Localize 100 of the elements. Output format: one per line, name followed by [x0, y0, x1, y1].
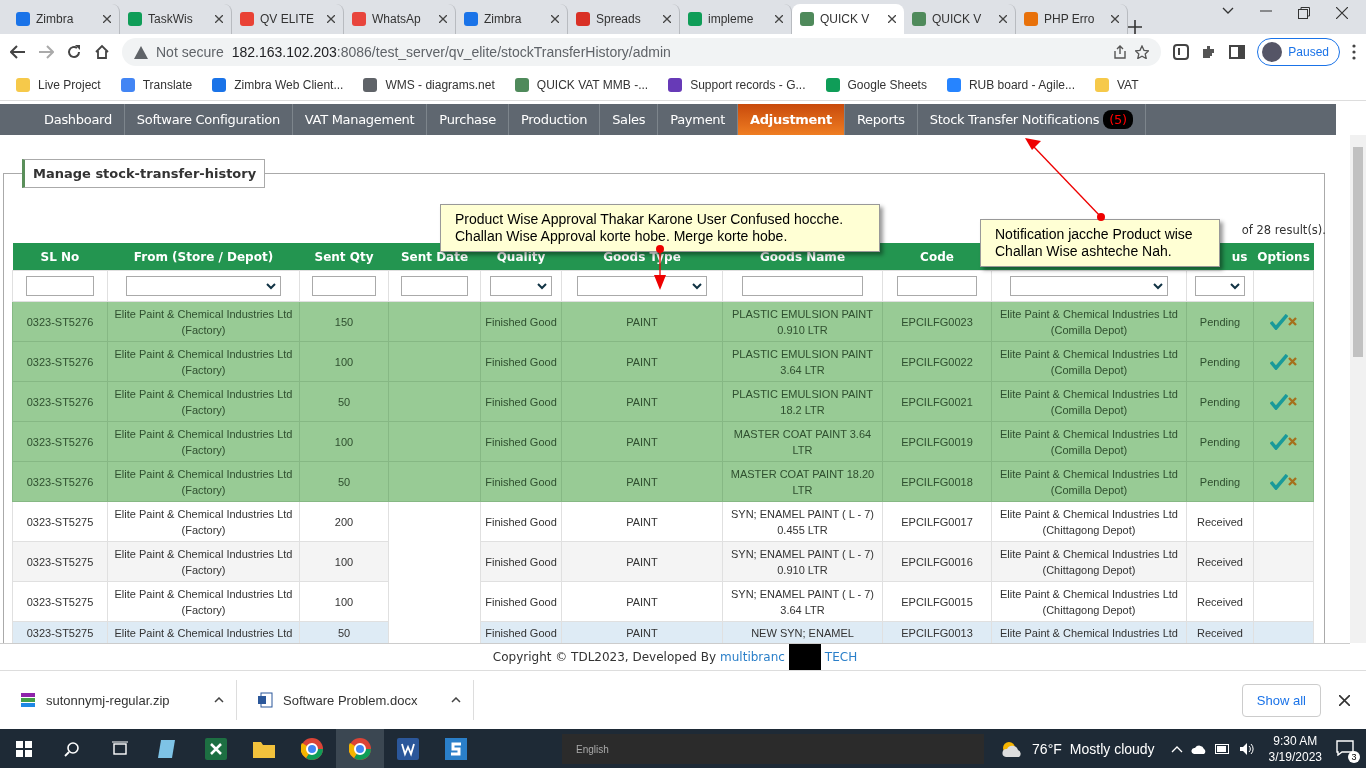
bookmark[interactable]: WMS - diagrams.net	[363, 78, 495, 92]
browser-tab[interactable]: Spreads	[568, 4, 680, 34]
app-icon[interactable]	[445, 738, 467, 760]
battery-icon[interactable]	[1214, 744, 1231, 754]
checkmark-icon[interactable]	[1270, 393, 1288, 410]
browser-tab[interactable]: WhatsAp	[344, 4, 456, 34]
goods-name: SYN; ENAMEL PAINT ( L - 7) 3.64 LTR	[722, 581, 883, 622]
bookmark[interactable]: RUB board - Agile...	[946, 78, 1075, 92]
home-icon[interactable]	[94, 44, 110, 60]
more-icon[interactable]	[1352, 44, 1356, 60]
search-icon[interactable]	[64, 741, 80, 757]
spreadsheet-icon[interactable]	[205, 738, 227, 760]
chevron-down-icon[interactable]	[1222, 7, 1234, 15]
quality: Finished Good	[480, 501, 562, 542]
goods-name: SYN; ENAMEL PAINT ( L - 7) 0.455 LTR	[722, 501, 883, 542]
nav-item[interactable]: VAT Management	[292, 104, 428, 135]
scrollbar[interactable]	[1350, 135, 1366, 643]
bookmark[interactable]: Live Project	[16, 78, 101, 92]
quality: Finished Good	[480, 301, 562, 342]
close-icon[interactable]	[439, 15, 447, 23]
clock[interactable]: 9:30 AM 3/19/2023	[1268, 733, 1322, 765]
filter-dropdown[interactable]	[1195, 276, 1245, 296]
minimize-icon[interactable]	[1260, 7, 1272, 15]
speaker-icon[interactable]	[1238, 742, 1255, 756]
task-view-icon[interactable]	[112, 741, 128, 757]
chevron-up-icon[interactable]	[451, 697, 461, 703]
bookmark[interactable]: Zimbra Web Client...	[212, 78, 344, 92]
new-tab-icon[interactable]	[1128, 20, 1142, 34]
chevron-up-icon[interactable]	[214, 697, 224, 703]
cloud-icon[interactable]	[1190, 743, 1207, 755]
close-icon[interactable]	[1336, 7, 1348, 19]
close-icon[interactable]	[775, 15, 783, 23]
notification-icon[interactable]	[1336, 739, 1354, 756]
star-icon[interactable]	[1135, 45, 1150, 59]
filter-input[interactable]	[742, 276, 863, 296]
nav-item[interactable]: Dashboard	[32, 104, 125, 135]
language-label: English	[576, 743, 609, 755]
goods-name: SYN; ENAMEL PAINT ( L - 7) 0.910 LTR	[722, 541, 883, 582]
bookmark[interactable]: Translate	[120, 78, 193, 92]
browser-icon[interactable]	[349, 738, 371, 760]
column-header[interactable]: Code	[920, 249, 954, 264]
nav-item[interactable]: Stock Transfer Notifications (5)	[917, 104, 1146, 135]
chevron-down-icon	[536, 282, 547, 290]
checkmark-icon[interactable]	[1270, 433, 1288, 450]
browser-tab[interactable]: Zimbra	[8, 4, 120, 34]
browser-tab[interactable]: TaskWis	[120, 4, 232, 34]
developer-link[interactable]: TECH	[824, 650, 858, 664]
download-item[interactable]: Software Problem.docx	[237, 680, 474, 720]
filter-input[interactable]	[401, 276, 468, 296]
nav-item[interactable]: Production	[508, 104, 601, 135]
restore-icon[interactable]	[1298, 7, 1310, 19]
show-all-button[interactable]: Show all	[1241, 683, 1321, 717]
bookmark[interactable]: QUICK VAT MMB -...	[514, 78, 649, 92]
address-bar[interactable]: Not secure 182.163.102.203:8086/test_server/qv_elite/stockTransferHistory/admin	[122, 38, 1162, 66]
download-item[interactable]: sutonnymj-regular.zip	[0, 680, 237, 720]
word-processor-icon[interactable]	[397, 738, 419, 760]
close-icon[interactable]	[999, 15, 1007, 23]
close-icon[interactable]	[663, 15, 671, 23]
folder-icon[interactable]	[253, 740, 275, 758]
close-icon[interactable]	[888, 15, 896, 23]
nav-item[interactable]: Sales	[600, 104, 659, 135]
close-icon[interactable]	[215, 15, 223, 23]
nav-item[interactable]: Reports	[844, 104, 918, 135]
language-bar[interactable]: English	[562, 734, 984, 764]
share-icon[interactable]	[1113, 45, 1128, 59]
column-header[interactable]: us	[1231, 249, 1248, 264]
developer-link[interactable]: multibranc	[720, 650, 785, 664]
bookmark[interactable]: VAT	[1095, 78, 1139, 92]
back-icon[interactable]	[10, 45, 26, 59]
browser-tab[interactable]: QUICK V	[904, 4, 1016, 34]
bookmark[interactable]: Google Sheets	[825, 78, 927, 92]
nav-item[interactable]: Software Configuration	[124, 104, 293, 135]
close-icon[interactable]	[1339, 694, 1350, 706]
checkmark-icon[interactable]	[1270, 353, 1288, 370]
nav-item[interactable]: Purchase	[427, 104, 509, 135]
panel-title: Manage stock-transfer-history	[22, 159, 266, 188]
start-icon[interactable]	[16, 741, 32, 757]
browser-tab[interactable]: PHP Erro	[1016, 4, 1128, 34]
filter-input[interactable]	[25, 276, 95, 296]
checkmark-icon[interactable]	[1270, 473, 1288, 490]
browser-tab[interactable]: impleme	[680, 4, 792, 34]
filter-input[interactable]	[312, 276, 376, 296]
close-icon[interactable]	[327, 15, 335, 23]
browser-tab[interactable]: Zimbra	[456, 4, 568, 34]
close-icon[interactable]	[103, 15, 111, 23]
close-icon[interactable]	[551, 15, 559, 23]
close-icon[interactable]	[1111, 15, 1119, 23]
filter-input[interactable]	[897, 276, 977, 296]
browser-tab[interactable]: QV ELITE	[232, 4, 344, 34]
status: Pending	[1186, 301, 1254, 342]
bookmark[interactable]: Support records - G...	[668, 78, 806, 92]
browser-icon[interactable]	[301, 738, 323, 760]
sidebar-icon[interactable]	[1229, 45, 1246, 59]
nav-item[interactable]: Adjustment	[738, 104, 845, 135]
goods-code: EPCILFG0015	[882, 581, 992, 622]
shield-icon[interactable]	[1173, 44, 1190, 60]
browser-tab[interactable]: QUICK V	[792, 4, 904, 34]
reload-icon[interactable]	[66, 44, 82, 60]
checkmark-icon[interactable]	[1270, 313, 1288, 330]
filter-dropdown[interactable]	[577, 276, 707, 296]
